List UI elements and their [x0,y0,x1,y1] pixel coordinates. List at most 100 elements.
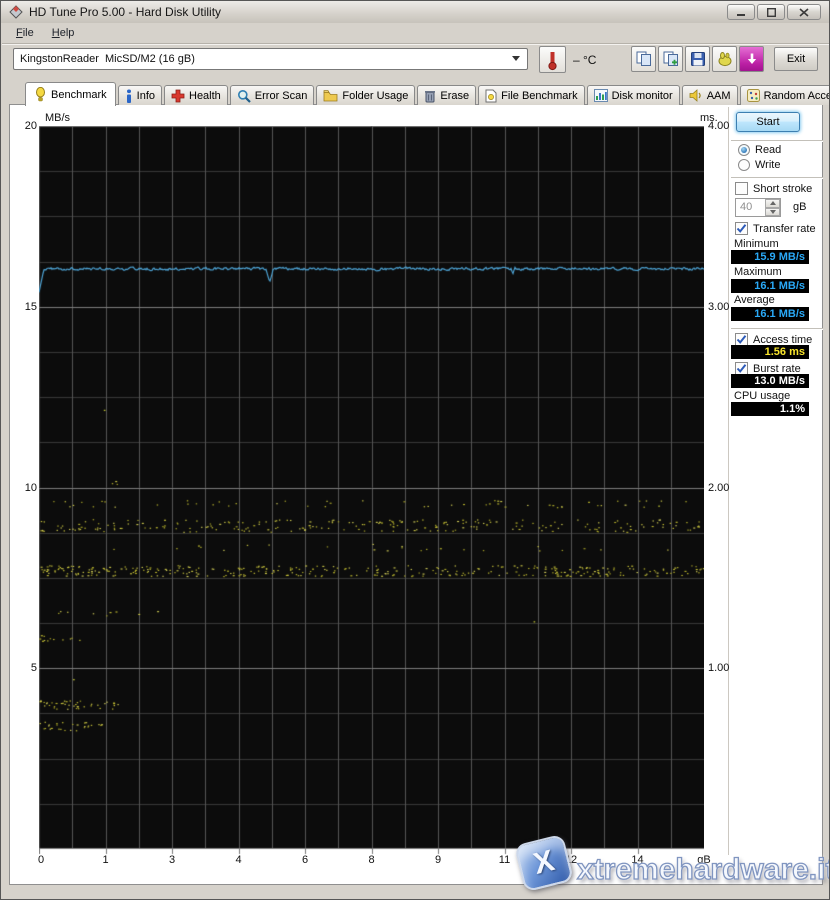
tab-benchmark[interactable]: Benchmark [25,82,116,106]
tab-erase[interactable]: Erase [417,85,477,105]
bar-chart-icon [593,89,608,102]
panel-separator [731,177,823,179]
download-icon [747,53,756,64]
temperature-button[interactable] [539,46,566,73]
tab-label: Error Scan [254,89,308,102]
y-right-axis-label: 1.00 [708,662,730,675]
save-icon [690,52,705,66]
copy-screenshot-button[interactable] [631,46,656,72]
burst-rate-label: Burst rate [753,362,801,375]
read-label: Read [755,144,782,156]
write-radio-row: Write [738,159,780,171]
minimize-button[interactable] [727,4,755,20]
panel-separator [731,140,823,142]
close-icon [799,7,809,17]
check-icon [736,224,747,233]
stepper-up-button[interactable] [765,199,780,208]
short-stroke-checkbox[interactable] [735,182,748,195]
y-left-axis-label: 20 [24,120,37,132]
y-right-axis-label: 4.00 [708,120,730,132]
tab-label: AAM [706,89,731,102]
watermark: X xtremehardware.it [513,833,830,893]
y-left-axis-unit: MB/s [45,112,71,124]
xtremehardware-logo-icon: X [513,833,575,893]
panel-separator [731,328,823,330]
tab-label: Random Access [763,89,829,102]
average-value: 16.1 MB/s [731,307,809,321]
read-radio[interactable] [738,144,750,156]
magnifier-icon [237,89,251,103]
maximum-label: Maximum [734,266,782,278]
tab-label: Health [189,89,221,102]
tab-folder-usage[interactable]: Folder Usage [316,85,416,105]
red-cross-icon [171,89,185,102]
tab-label: Benchmark [51,88,107,101]
short-stroke-label: Short stroke [753,182,813,195]
check-icon [736,364,747,373]
tab-bar: Benchmark Info Health Error Scan Folder … [25,81,829,106]
tab-label: Folder Usage [342,89,409,102]
tab-aam[interactable]: AAM [681,85,738,105]
stroke-unit-label: gB [793,201,807,213]
x-axis-label: 11 [498,854,511,866]
save-button[interactable] [685,46,710,72]
burst-rate-value: 13.0 MB/s [731,374,809,388]
speaker-icon [689,89,701,102]
read-radio-row: Read [738,144,781,156]
folder-icon [323,90,338,102]
y-left-axis-label: 5 [30,662,37,675]
title-bar[interactable]: HD Tune Pro 5.00 - Hard Disk Utility [1,1,829,23]
toolbar-buttons [631,46,764,72]
menu-file[interactable]: File [16,27,34,39]
x-axis-label: 4 [235,854,242,866]
copy-add-icon [663,51,678,66]
chevron-down-icon [512,56,521,62]
tab-random-access[interactable]: Random Access [739,85,829,105]
access-time-label: Access time [753,333,813,346]
benchmark-chart [39,126,704,857]
caption-buttons [727,4,821,20]
app-window: HD Tune Pro 5.00 - Hard Disk Utility Fil… [0,0,830,900]
download-button[interactable] [739,46,764,72]
access-time-value: 1.56 ms [731,345,809,359]
start-button[interactable]: Start [736,112,800,132]
x-axis-label: 3 [168,854,176,866]
x-axis-label: 9 [434,854,442,866]
y-right-axis-label: 3.00 [708,300,730,313]
tools-icon [718,52,731,67]
write-radio[interactable] [738,159,750,171]
tab-label: Disk monitor [611,89,673,102]
x-axis-label: 6 [301,854,309,866]
write-label: Write [755,159,781,171]
transfer-rate-checkbox[interactable] [735,222,748,235]
stepper-down-button[interactable] [765,207,780,216]
maximize-button[interactable] [757,4,785,20]
close-button[interactable] [787,4,821,20]
tab-file-benchmark[interactable]: File Benchmark [478,85,585,105]
minimize-icon [736,13,745,16]
x-axis-label: 8 [368,854,375,866]
menu-help[interactable]: Help [52,27,75,39]
tab-health[interactable]: Health [164,85,228,105]
stroke-size-stepper[interactable]: 40 [735,198,781,217]
minimum-label: Minimum [734,238,779,250]
trash-icon [425,90,436,102]
minimum-value: 15.9 MB/s [731,250,809,264]
arrow-up-icon [769,201,776,206]
tools-button[interactable] [712,46,737,72]
check-icon [736,335,747,344]
copy-add-button[interactable] [658,46,683,72]
device-select[interactable]: KingstonReader MicSD/M2 (16 gB) [13,48,528,70]
maximize-icon [766,7,776,17]
toolbar: KingstonReader MicSD/M2 (16 gB) – °C Exi… [1,45,829,79]
y-right-axis-label: 2.00 [708,481,730,494]
short-stroke-row: Short stroke [735,182,812,195]
tab-info[interactable]: Info [117,85,162,105]
watermark-text: xtremehardware.it [576,852,830,886]
y-left-axis-label: 15 [24,300,37,313]
cpu-usage-value: 1.1% [731,402,809,416]
tab-error-scan[interactable]: Error Scan [229,85,315,105]
exit-button[interactable]: Exit [774,47,818,71]
tab-disk-monitor[interactable]: Disk monitor [586,85,680,105]
transfer-rate-row: Transfer rate [735,222,816,235]
